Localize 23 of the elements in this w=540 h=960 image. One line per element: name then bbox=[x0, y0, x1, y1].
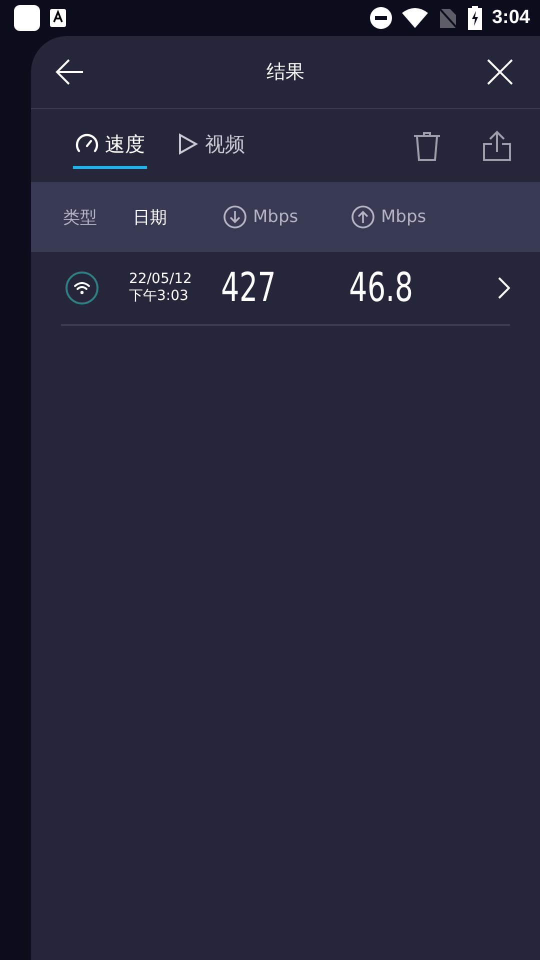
no-sim-icon bbox=[438, 7, 458, 29]
play-icon bbox=[177, 132, 199, 156]
column-header[interactable]: 类型 bbox=[63, 206, 133, 228]
download-speed: 427 bbox=[221, 265, 277, 311]
app-icon bbox=[14, 5, 40, 31]
chevron-right-icon bbox=[498, 277, 510, 299]
result-row[interactable]: 22/05/12 下午3:03 427 46.8 bbox=[61, 252, 510, 326]
column-header[interactable]: Mbps bbox=[223, 205, 351, 229]
clock-time: 3:04 bbox=[492, 7, 530, 29]
tab[interactable]: 视频 bbox=[175, 122, 247, 168]
upload-icon bbox=[351, 205, 375, 229]
column-header[interactable]: 日期 bbox=[133, 206, 223, 228]
keyboard-icon bbox=[50, 9, 66, 27]
do-not-disturb-icon bbox=[370, 7, 392, 29]
column-header[interactable]: Mbps bbox=[351, 205, 481, 229]
wifi-icon bbox=[65, 271, 99, 305]
tab[interactable]: 速度 bbox=[73, 122, 147, 168]
upload-speed: 46.8 bbox=[349, 265, 414, 311]
result-date: 22/05/12 下午3:03 bbox=[129, 271, 193, 305]
download-icon bbox=[223, 205, 247, 229]
battery-charging-icon bbox=[468, 6, 482, 30]
page-title: 结果 bbox=[266, 60, 304, 85]
wifi-signal-icon bbox=[402, 8, 428, 28]
